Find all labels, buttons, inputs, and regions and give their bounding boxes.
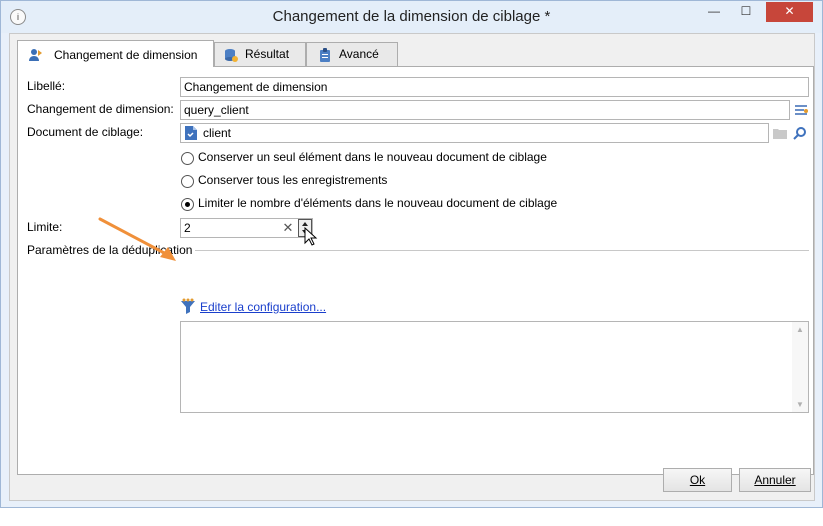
radio-keep-one-label[interactable]: Conserver un seul élément dans le nouvea… (198, 150, 547, 164)
radio-limit-label[interactable]: Limiter le nombre d'éléments dans le nou… (198, 196, 557, 210)
radio-keep-all[interactable] (181, 175, 194, 188)
radio-limit[interactable] (181, 198, 194, 211)
tab-label: Changement de dimension (54, 48, 198, 62)
document-field[interactable]: client (180, 123, 769, 143)
folder-icon[interactable] (772, 125, 788, 141)
libelle-field[interactable]: Changement de dimension (180, 77, 809, 97)
dimension-label: Changement de dimension: (27, 102, 174, 116)
radio-keep-one[interactable] (181, 152, 194, 165)
scroll-up-icon[interactable]: ▲ (795, 325, 805, 334)
tab-label: Avancé (339, 47, 379, 61)
clear-icon[interactable]: ✕ (281, 221, 295, 235)
radio-keep-all-label[interactable]: Conserver tous les enregistrements (198, 173, 387, 187)
close-button[interactable]: ✕ (766, 2, 813, 22)
result-icon (223, 47, 239, 63)
limite-label: Limite: (27, 220, 63, 234)
search-icon[interactable] (792, 125, 808, 141)
edit-configuration-link[interactable]: Editer la configuration... (200, 300, 326, 314)
libelle-label: Libellé: (27, 79, 66, 93)
title-bar[interactable]: i Changement de la dimension de ciblage … (1, 1, 822, 33)
funnel-icon (180, 298, 196, 314)
window-title: Changement de la dimension de ciblage * (272, 8, 551, 25)
dialog-client-area: Changement de dimension Résultat Avancé … (9, 33, 815, 501)
scrollbar[interactable]: ▲ ▼ (792, 322, 808, 412)
document-value: client (203, 126, 232, 140)
dedup-config-textarea[interactable]: ▲ ▼ (180, 321, 809, 413)
dialog-window: i Changement de la dimension de ciblage … (0, 0, 823, 508)
dimension-change-icon (28, 47, 44, 63)
tab-panel: Libellé: Changement de dimension Changem… (17, 66, 814, 475)
clipboard-icon (317, 47, 333, 63)
document-label: Document de ciblage: (27, 125, 144, 139)
tab-avance[interactable]: Avancé (306, 42, 398, 66)
mouse-cursor-icon (304, 226, 320, 247)
ok-button[interactable]: Ok (663, 468, 732, 492)
scroll-down-icon[interactable]: ▼ (795, 400, 805, 409)
dedup-separator (195, 250, 809, 251)
tab-resultat[interactable]: Résultat (214, 42, 306, 66)
list-picker-icon[interactable] (793, 102, 809, 118)
cancel-button[interactable]: Annuler (739, 468, 811, 492)
maximize-button[interactable]: ☐ (733, 2, 759, 22)
minimize-button[interactable]: — (701, 2, 727, 22)
dimension-field[interactable]: query_client (180, 100, 790, 120)
document-icon (184, 125, 198, 141)
tab-changement-de-dimension[interactable]: Changement de dimension (17, 40, 214, 67)
annotation-arrow-icon (98, 217, 176, 261)
tab-label: Résultat (245, 47, 290, 61)
